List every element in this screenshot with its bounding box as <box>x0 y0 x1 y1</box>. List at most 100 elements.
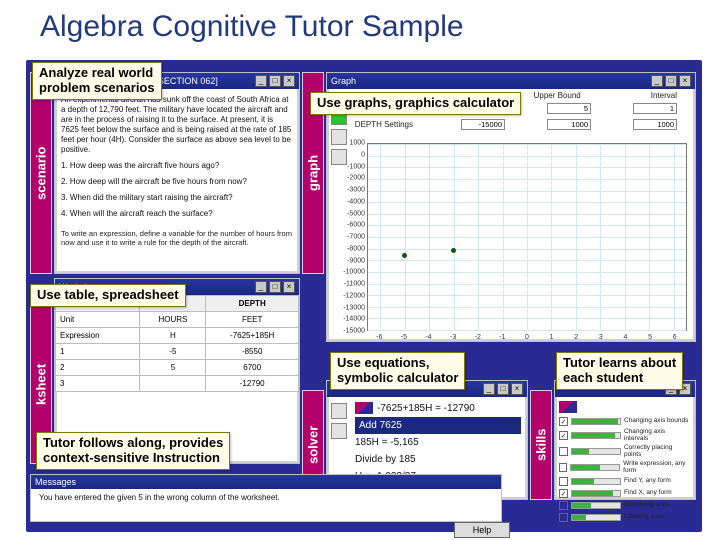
scenario-question: 2. How deep will the aircraft be five ho… <box>61 177 293 187</box>
ws-cell[interactable]: H <box>140 328 206 344</box>
y-tick-label: -11000 <box>344 281 365 288</box>
skill-label: Changing axis bounds <box>624 418 688 425</box>
solver-step[interactable]: Add 7625 <box>355 417 521 434</box>
skill-bar <box>571 478 621 485</box>
data-point[interactable] <box>402 253 407 258</box>
ws-cell[interactable]: -12790 <box>206 376 299 392</box>
callout-graphs: Use graphs, graphics calculator <box>310 92 521 115</box>
upper-bound-input[interactable] <box>547 103 591 114</box>
tab-scenario[interactable]: scenario <box>30 72 52 274</box>
close-button[interactable]: × <box>511 383 523 395</box>
ws-cell[interactable]: -5 <box>140 344 206 360</box>
maximize-button[interactable]: □ <box>269 75 281 87</box>
skill-bar <box>571 448 621 455</box>
skill-label: Write expression, any form <box>623 461 691 474</box>
messages-titlebar[interactable]: Messages <box>31 475 501 489</box>
skill-bar <box>571 432 621 439</box>
ws-cell[interactable]: HOURS <box>140 312 206 328</box>
skills-logo-icon <box>559 401 577 413</box>
graph-titlebar-text: Graph <box>331 76 356 86</box>
skill-check <box>559 477 568 486</box>
close-button[interactable]: × <box>283 281 295 293</box>
ws-cell[interactable]: Expression <box>56 328 140 344</box>
ws-cell[interactable]: 2 <box>56 360 140 376</box>
skill-row: Find Y, any form <box>559 477 691 486</box>
skill-row: ✓Find X, any form <box>559 489 691 498</box>
skill-label: Find Y, any form <box>624 478 671 485</box>
y-tick-label: -2000 <box>347 175 365 182</box>
scenario-window: Scenario — AIRCRAFT [SECTION 062] _ □ × … <box>54 72 300 274</box>
skill-bar <box>571 490 621 497</box>
minimize-button[interactable]: _ <box>651 75 663 87</box>
minimize-button[interactable]: _ <box>255 281 267 293</box>
maximize-button[interactable]: □ <box>497 383 509 395</box>
close-button[interactable]: × <box>283 75 295 87</box>
y-tick-label: -9000 <box>347 257 365 264</box>
scenario-question: 1. How deep was the aircraft five hours … <box>61 161 293 171</box>
ws-cell[interactable]: FEET <box>206 312 299 328</box>
callout-table: Use table, spreadsheet <box>30 284 186 307</box>
skill-row: Labeling axes <box>559 513 691 522</box>
col-upper: Upper Bound <box>534 91 581 100</box>
lower-bound-input[interactable] <box>461 119 505 130</box>
ws-cell[interactable]: -8550 <box>206 344 299 360</box>
skill-row: ✓Changing axis bounds <box>559 417 691 426</box>
ws-cell[interactable]: -7625+185H <box>206 328 299 344</box>
skill-check: ✓ <box>559 431 568 440</box>
interval-input[interactable] <box>633 119 677 130</box>
table-row[interactable]: 3 -12790 <box>56 376 299 392</box>
x-tick-label: 6 <box>673 334 677 341</box>
table-row[interactable]: ExpressionH-7625+185H <box>56 328 299 344</box>
table-row[interactable]: 1-5-8550 <box>56 344 299 360</box>
skill-label: Identifying units <box>624 502 669 509</box>
graph-plot-area[interactable] <box>367 143 687 331</box>
scenario-question: 4. When will the aircraft reach the surf… <box>61 209 293 219</box>
minimize-button[interactable]: _ <box>255 75 267 87</box>
graph-settings-row: DEPTH Settings <box>327 118 695 134</box>
skill-row: Write expression, any form <box>559 461 691 474</box>
close-button[interactable]: × <box>679 75 691 87</box>
solver-step[interactable]: 185H = -5,165 <box>355 434 521 451</box>
solver-tool-1[interactable] <box>331 403 347 419</box>
tab-skills[interactable]: skills <box>530 390 552 500</box>
col-interval: Interval <box>651 91 677 100</box>
messages-window: Messages You have entered the given 5 in… <box>30 474 502 522</box>
y-tick-label: -1000 <box>347 163 365 170</box>
y-tick-label: -8000 <box>347 245 365 252</box>
ws-cell[interactable]: 1 <box>56 344 140 360</box>
worksheet-table[interactable]: TIMEDEPTHUnitHOURSFEETExpressionH-7625+1… <box>55 295 299 392</box>
x-tick-label: -2 <box>475 334 481 341</box>
ws-cell[interactable]: 5 <box>140 360 206 376</box>
data-point[interactable] <box>451 248 456 253</box>
skill-label: Find X, any form <box>624 490 672 497</box>
table-row[interactable]: 256700 <box>56 360 299 376</box>
minimize-button[interactable]: _ <box>483 383 495 395</box>
upper-bound-input[interactable] <box>547 119 591 130</box>
y-tick-label: -7000 <box>347 234 365 241</box>
interval-input[interactable] <box>633 103 677 114</box>
x-tick-label: 0 <box>525 334 529 341</box>
maximize-button[interactable]: □ <box>269 281 281 293</box>
solver-equation: -7625+185H = -12790 <box>377 403 475 414</box>
skill-bar <box>571 502 621 509</box>
x-tick-label: -5 <box>401 334 407 341</box>
solver-logo-icon <box>355 402 373 414</box>
skill-bar <box>571 514 621 521</box>
ws-cell[interactable]: 6700 <box>206 360 299 376</box>
help-button[interactable]: Help <box>454 522 510 538</box>
x-tick-label: -1 <box>499 334 505 341</box>
solver-step[interactable]: Divide by 185 <box>355 451 521 468</box>
x-tick-label: -4 <box>425 334 431 341</box>
scenario-footnote: To write an expression, define a variabl… <box>61 229 293 248</box>
graph-titlebar[interactable]: Graph _ □ × <box>327 73 695 89</box>
ws-cell[interactable] <box>140 376 206 392</box>
solver-tool-2[interactable] <box>331 423 347 439</box>
y-tick-label: 0 <box>361 151 365 158</box>
messages-titlebar-text: Messages <box>35 477 76 487</box>
y-tick-label: -4000 <box>347 198 365 205</box>
ws-cell[interactable]: 3 <box>56 376 140 392</box>
table-row[interactable]: UnitHOURSFEET <box>56 312 299 328</box>
maximize-button[interactable]: □ <box>665 75 677 87</box>
ws-cell[interactable]: Unit <box>56 312 140 328</box>
y-tick-label: -10000 <box>343 269 365 276</box>
